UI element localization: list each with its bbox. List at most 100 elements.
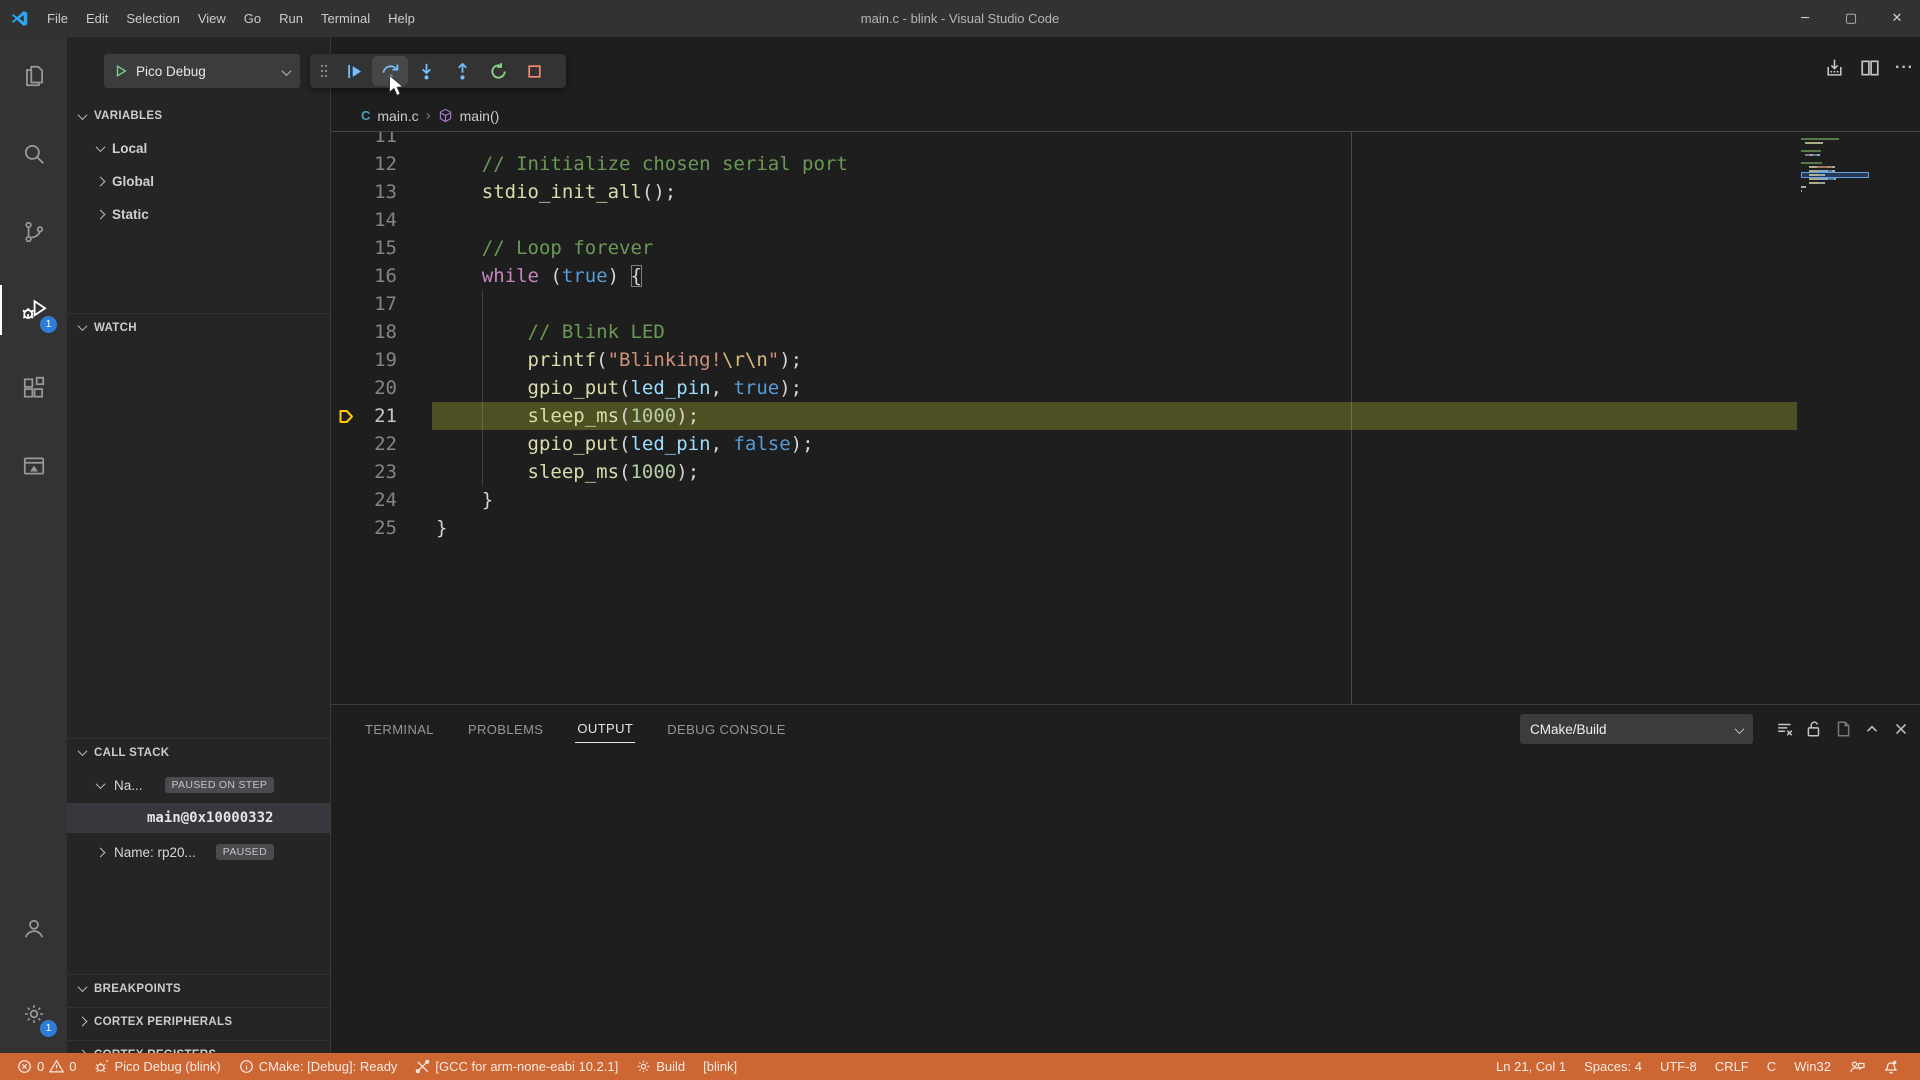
sidebar-item-extensions[interactable] <box>0 349 67 427</box>
menu-terminal[interactable]: Terminal <box>312 7 379 30</box>
start-debug-icon[interactable] <box>114 64 128 78</box>
close-panel-icon[interactable] <box>1892 720 1910 738</box>
unlock-icon[interactable] <box>1805 720 1823 738</box>
tab-output[interactable]: OUTPUT <box>575 715 635 743</box>
section-cortex-registers[interactable]: CORTEX REGISTERS <box>67 1040 330 1053</box>
warning-icon <box>49 1059 64 1074</box>
section-variables[interactable]: VARIABLES <box>67 102 330 130</box>
menu-selection[interactable]: Selection <box>117 7 188 30</box>
sidebar-item-source-control[interactable] <box>0 193 67 271</box>
code-line: 23 sleep_ms(1000); <box>331 458 1920 486</box>
breadcrumb-symbol[interactable]: main() <box>460 108 500 124</box>
step-into-button[interactable] <box>408 56 444 86</box>
extensions-icon <box>21 375 47 401</box>
code-line: 19 printf("Blinking!\r\n"); <box>331 346 1920 374</box>
call-stack-thread-1[interactable]: Na... PAUSED ON STEP <box>67 770 330 800</box>
tab-problems[interactable]: PROBLEMS <box>466 716 545 743</box>
cmake-status[interactable]: CMake: [Debug]: Ready <box>230 1053 407 1080</box>
language-mode[interactable]: C <box>1758 1053 1785 1080</box>
menu-go[interactable]: Go <box>235 7 270 30</box>
debug-sidebar: Pico Debug VARIABLES Local Global Static… <box>67 37 330 1053</box>
step-out-icon <box>453 62 472 81</box>
code-line: 17 <box>331 290 1920 318</box>
stack-frame-main[interactable]: main@0x10000332 <box>67 803 330 833</box>
tab-terminal[interactable]: TERMINAL <box>363 716 436 743</box>
feedback-icon <box>1849 1059 1865 1075</box>
eol-sequence[interactable]: CRLF <box>1706 1053 1758 1080</box>
launch-config-label: Pico Debug <box>136 64 206 79</box>
platform-target[interactable]: Win32 <box>1785 1053 1840 1080</box>
more-actions-icon[interactable]: ··· <box>1895 59 1914 77</box>
close-button[interactable]: ✕ <box>1874 0 1920 37</box>
cursor-position[interactable]: Ln 21, Col 1 <box>1487 1053 1575 1080</box>
editor-group: ··· C main.c › main() 1112 // Initialize… <box>330 37 1920 1053</box>
settings-button[interactable]: 1 <box>0 975 67 1053</box>
section-watch[interactable]: WATCH <box>67 313 330 341</box>
menu-view[interactable]: View <box>189 7 235 30</box>
indentation[interactable]: Spaces: 4 <box>1575 1053 1651 1080</box>
restart-button[interactable] <box>480 56 516 86</box>
code-line: 18 // Blink LED <box>331 318 1920 346</box>
split-editor-icon[interactable] <box>1860 58 1880 78</box>
build-button[interactable]: Build <box>627 1053 694 1080</box>
sidebar-item-run-and-debug[interactable]: 1 <box>0 271 67 349</box>
menu-help[interactable]: Help <box>379 7 424 30</box>
minimize-button[interactable]: ─ <box>1782 0 1828 37</box>
chevron-down-icon <box>96 779 106 789</box>
accounts-button[interactable] <box>0 889 67 967</box>
variables-scope-local[interactable]: Local <box>67 133 330 163</box>
search-icon <box>21 141 47 167</box>
encoding[interactable]: UTF-8 <box>1651 1053 1706 1080</box>
variables-scope-static[interactable]: Static <box>67 199 330 229</box>
code-editor[interactable]: 1112 // Initialize chosen serial port13 … <box>331 132 1920 704</box>
chevron-right-icon <box>96 176 106 186</box>
bell-icon <box>1883 1059 1899 1075</box>
tab-debug-console[interactable]: DEBUG CONSOLE <box>665 716 788 743</box>
breadcrumb-file[interactable]: main.c <box>377 108 418 124</box>
notifications-button[interactable] <box>1874 1053 1908 1080</box>
minimap[interactable] <box>1801 134 1871 194</box>
stop-button[interactable] <box>516 56 552 86</box>
debug-session-status[interactable]: Pico Debug (blink) <box>85 1053 229 1080</box>
open-output-in-editor-icon[interactable] <box>1834 720 1852 738</box>
toolbar-drag-grip[interactable] <box>312 56 336 86</box>
call-stack-thread-2[interactable]: Name: rp20... PAUSED <box>67 837 330 867</box>
code-line: 15 // Loop forever <box>331 234 1920 262</box>
menu-file[interactable]: File <box>38 7 77 30</box>
build-target[interactable]: [blink] <box>694 1053 746 1080</box>
kit-status[interactable]: [GCC for arm-none-eabi 10.2.1] <box>406 1053 627 1080</box>
section-cortex-peripherals[interactable]: CORTEX PERIPHERALS <box>67 1007 330 1035</box>
chevron-right-icon: › <box>426 107 431 124</box>
feedback-button[interactable] <box>1840 1053 1874 1080</box>
code-lines: 1112 // Initialize chosen serial port13 … <box>331 132 1920 542</box>
launch-config-dropdown[interactable]: Pico Debug <box>104 54 300 88</box>
clear-output-icon[interactable] <box>1776 720 1794 738</box>
code-line: 24 } <box>331 486 1920 514</box>
chevron-down-icon <box>78 110 88 120</box>
problems-status[interactable]: 0 0 <box>8 1053 85 1080</box>
run-deploy-icon[interactable] <box>1824 57 1845 78</box>
step-out-button[interactable] <box>444 56 480 86</box>
vscode-logo-icon <box>0 9 38 28</box>
sidebar-item-pico-project[interactable] <box>0 427 67 505</box>
code-line: 25} <box>331 514 1920 542</box>
continue-button[interactable] <box>336 56 372 86</box>
code-line: 20 gpio_put(led_pin, true); <box>331 374 1920 402</box>
thread-status-badge: PAUSED ON STEP <box>165 777 275 793</box>
chevron-right-icon <box>96 847 106 857</box>
variables-scope-global[interactable]: Global <box>67 166 330 196</box>
section-call-stack[interactable]: CALL STACK <box>67 738 330 766</box>
chevron-down-icon <box>78 321 88 331</box>
maximize-panel-icon[interactable] <box>1863 720 1881 738</box>
code-line: 16 while (true) { <box>331 262 1920 290</box>
editor-header: ··· <box>331 37 1920 100</box>
output-channel-dropdown[interactable]: CMake/Build <box>1520 714 1753 744</box>
menu-run[interactable]: Run <box>270 7 312 30</box>
menu-edit[interactable]: Edit <box>77 7 117 30</box>
sidebar-item-explorer[interactable] <box>0 37 67 115</box>
sidebar-item-search[interactable] <box>0 115 67 193</box>
maximize-button[interactable]: ▢ <box>1828 0 1874 37</box>
accounts-icon <box>21 915 47 941</box>
section-breakpoints[interactable]: BREAKPOINTS <box>67 974 330 1002</box>
chevron-down-icon <box>283 64 290 79</box>
